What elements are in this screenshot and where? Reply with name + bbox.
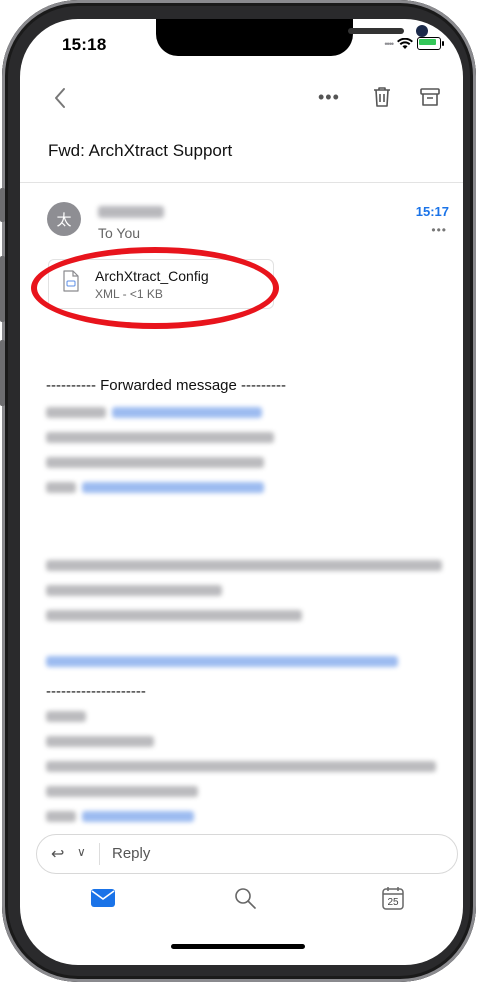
redacted-link[interactable] xyxy=(112,407,262,418)
redacted-link[interactable] xyxy=(82,811,194,822)
sender-avatar[interactable]: 太 xyxy=(47,202,81,236)
tab-search-icon[interactable] xyxy=(233,886,257,910)
received-time: 15:17 xyxy=(415,204,449,219)
volume-up-button xyxy=(0,256,5,322)
sender-name-redacted[interactable] xyxy=(98,206,164,218)
redacted-link[interactable] xyxy=(82,482,264,493)
redacted-text xyxy=(46,482,76,493)
svg-text:25: 25 xyxy=(387,897,399,908)
redacted-text xyxy=(46,432,274,443)
redacted-text xyxy=(46,786,198,797)
tab-bar: 25 xyxy=(20,884,463,934)
recipient-label: To You xyxy=(98,225,141,241)
reply-divider xyxy=(99,843,100,865)
redacted-text xyxy=(46,811,76,822)
email-toolbar: ••• xyxy=(20,79,463,119)
message-more-button[interactable]: ••• xyxy=(431,223,447,237)
speaker xyxy=(348,28,404,34)
status-time: 15:18 xyxy=(62,35,107,54)
email-subject: Fwd: ArchXtract Support xyxy=(48,141,233,160)
reply-button[interactable]: Reply xyxy=(112,845,150,862)
redacted-text xyxy=(46,457,264,468)
tab-calendar-icon[interactable]: 25 xyxy=(382,886,404,910)
redacted-text xyxy=(46,560,442,571)
forwarded-header: ---------- Forwarded message --------- xyxy=(46,377,286,394)
redacted-text xyxy=(46,761,436,772)
signal-icon: •••• xyxy=(384,38,394,49)
mute-switch xyxy=(0,188,5,222)
chevron-down-icon[interactable]: ∨ xyxy=(77,845,86,859)
home-indicator xyxy=(171,944,305,949)
more-options-button[interactable]: ••• xyxy=(318,87,340,108)
signature-separator: -------------------- xyxy=(46,683,146,700)
redacted-text xyxy=(46,585,222,596)
highlight-annotation-ellipse xyxy=(31,247,279,329)
battery-icon xyxy=(417,37,444,50)
archive-icon[interactable] xyxy=(419,85,441,109)
redacted-text xyxy=(46,407,106,418)
divider xyxy=(20,182,463,183)
phone-screen: 15:18 •••• ••• Fwd: ArchXtract Support 太… xyxy=(20,19,463,965)
back-chevron-icon[interactable] xyxy=(50,83,70,113)
notch xyxy=(156,19,428,56)
reply-arrow-icon[interactable]: ↩ xyxy=(51,844,64,864)
status-icons: •••• xyxy=(384,37,444,50)
redacted-text xyxy=(46,736,154,747)
wifi-icon xyxy=(397,37,413,49)
redacted-text xyxy=(46,610,302,621)
redacted-link[interactable] xyxy=(46,656,398,667)
tab-mail-icon[interactable] xyxy=(90,888,116,908)
front-camera xyxy=(416,25,428,37)
reply-bar[interactable]: ↩ ∨ Reply xyxy=(36,834,458,874)
trash-icon[interactable] xyxy=(371,85,393,109)
redacted-text xyxy=(46,711,86,722)
volume-down-button xyxy=(0,340,5,406)
